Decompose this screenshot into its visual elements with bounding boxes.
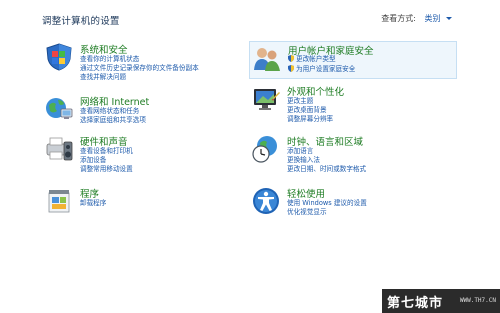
- category-heading[interactable]: 程序: [80, 186, 99, 200]
- category-link[interactable]: 查看网络状态和任务: [80, 107, 139, 116]
- chevron-down-icon[interactable]: [446, 17, 452, 20]
- shield-flag-icon[interactable]: [44, 42, 74, 72]
- category-link[interactable]: 选择家庭组和共享选项: [80, 116, 146, 125]
- appearance-icon[interactable]: [251, 84, 281, 114]
- category-link[interactable]: 优化视觉显示: [287, 208, 327, 217]
- view-by-label: 查看方式:: [381, 14, 416, 23]
- category-heading[interactable]: 轻松使用: [287, 186, 325, 200]
- users-icon: [252, 44, 282, 74]
- category-system-security: 系统和安全 查看你的计算机状态 通过文件历史记录保存你的文件备份副本 查找并解决…: [44, 42, 234, 90]
- category-heading[interactable]: 外观和个性化: [287, 84, 344, 98]
- clock-globe-icon[interactable]: [251, 134, 281, 164]
- category-link[interactable]: 为用户设置家庭安全: [288, 65, 355, 74]
- category-link[interactable]: 更换输入法: [287, 156, 320, 165]
- network-globe-icon[interactable]: [44, 94, 74, 124]
- category-ease-of-access: 轻松使用 使用 Windows 建议的设置 优化视觉显示: [251, 186, 451, 220]
- watermark-site: WWW.TH7.CN: [459, 297, 496, 304]
- category-link[interactable]: 卸载程序: [80, 199, 106, 208]
- control-panel-window: 调整计算机的设置 查看方式: 类别 系统和安全 查看你的计算机状态 通过文件历史…: [0, 0, 500, 313]
- category-link[interactable]: 使用 Windows 建议的设置: [287, 199, 367, 208]
- category-link[interactable]: 调整常用移动设置: [80, 165, 133, 174]
- uac-shield-icon: [288, 65, 294, 72]
- category-link[interactable]: 更改桌面背景: [287, 106, 327, 115]
- category-link[interactable]: 通过文件历史记录保存你的文件备份副本: [80, 64, 199, 73]
- category-link[interactable]: 查看你的计算机状态: [80, 55, 139, 64]
- category-link[interactable]: 更改日期、时间或数字格式: [287, 165, 366, 174]
- category-programs: 程序 卸载程序: [44, 186, 234, 218]
- view-by-dropdown[interactable]: 类别: [424, 14, 440, 23]
- category-hardware-sound: 硬件和声音 查看设备和打印机 添加设备 调整常用移动设置: [44, 134, 234, 180]
- category-link[interactable]: 调整屏幕分辨率: [287, 115, 333, 124]
- category-link[interactable]: 查看设备和打印机: [80, 147, 133, 156]
- category-heading[interactable]: 时钟、语言和区域: [287, 134, 363, 148]
- category-clock-language-region: 时钟、语言和区域 添加语言 更换输入法 更改日期、时间或数字格式: [251, 134, 451, 180]
- ease-of-access-icon[interactable]: [251, 186, 281, 216]
- category-heading[interactable]: 硬件和声音: [80, 134, 128, 148]
- category-link[interactable]: 添加设备: [80, 156, 106, 165]
- printer-speaker-icon[interactable]: [44, 134, 74, 164]
- category-network-internet: 网络和 Internet 查看网络状态和任务 选择家庭组和共享选项: [44, 94, 234, 130]
- watermark: 第七城市 WWW.TH7.CN: [382, 289, 500, 313]
- category-link[interactable]: 添加语言: [287, 147, 313, 156]
- watermark-logo: 第七城市: [387, 296, 444, 311]
- page-title: 调整计算机的设置: [42, 16, 120, 27]
- category-appearance: 外观和个性化 更改主题 更改桌面背景 调整屏幕分辨率: [251, 84, 451, 128]
- category-heading[interactable]: 系统和安全: [80, 42, 128, 56]
- category-link-label: 更改帐户类型: [296, 55, 336, 63]
- category-link[interactable]: 更改帐户类型: [288, 55, 336, 64]
- category-link[interactable]: 更改主题: [287, 97, 313, 106]
- view-by-control: 查看方式: 类别: [381, 13, 452, 24]
- category-link-label: 为用户设置家庭安全: [296, 65, 356, 73]
- category-heading[interactable]: 网络和 Internet: [80, 94, 149, 108]
- programs-icon[interactable]: [44, 186, 74, 216]
- uac-shield-icon: [288, 55, 294, 62]
- category-link[interactable]: 查找并解决问题: [80, 73, 126, 82]
- category-user-accounts[interactable]: 用户帐户和家庭安全 更改帐户类型 为用户设置家庭安全: [249, 41, 457, 79]
